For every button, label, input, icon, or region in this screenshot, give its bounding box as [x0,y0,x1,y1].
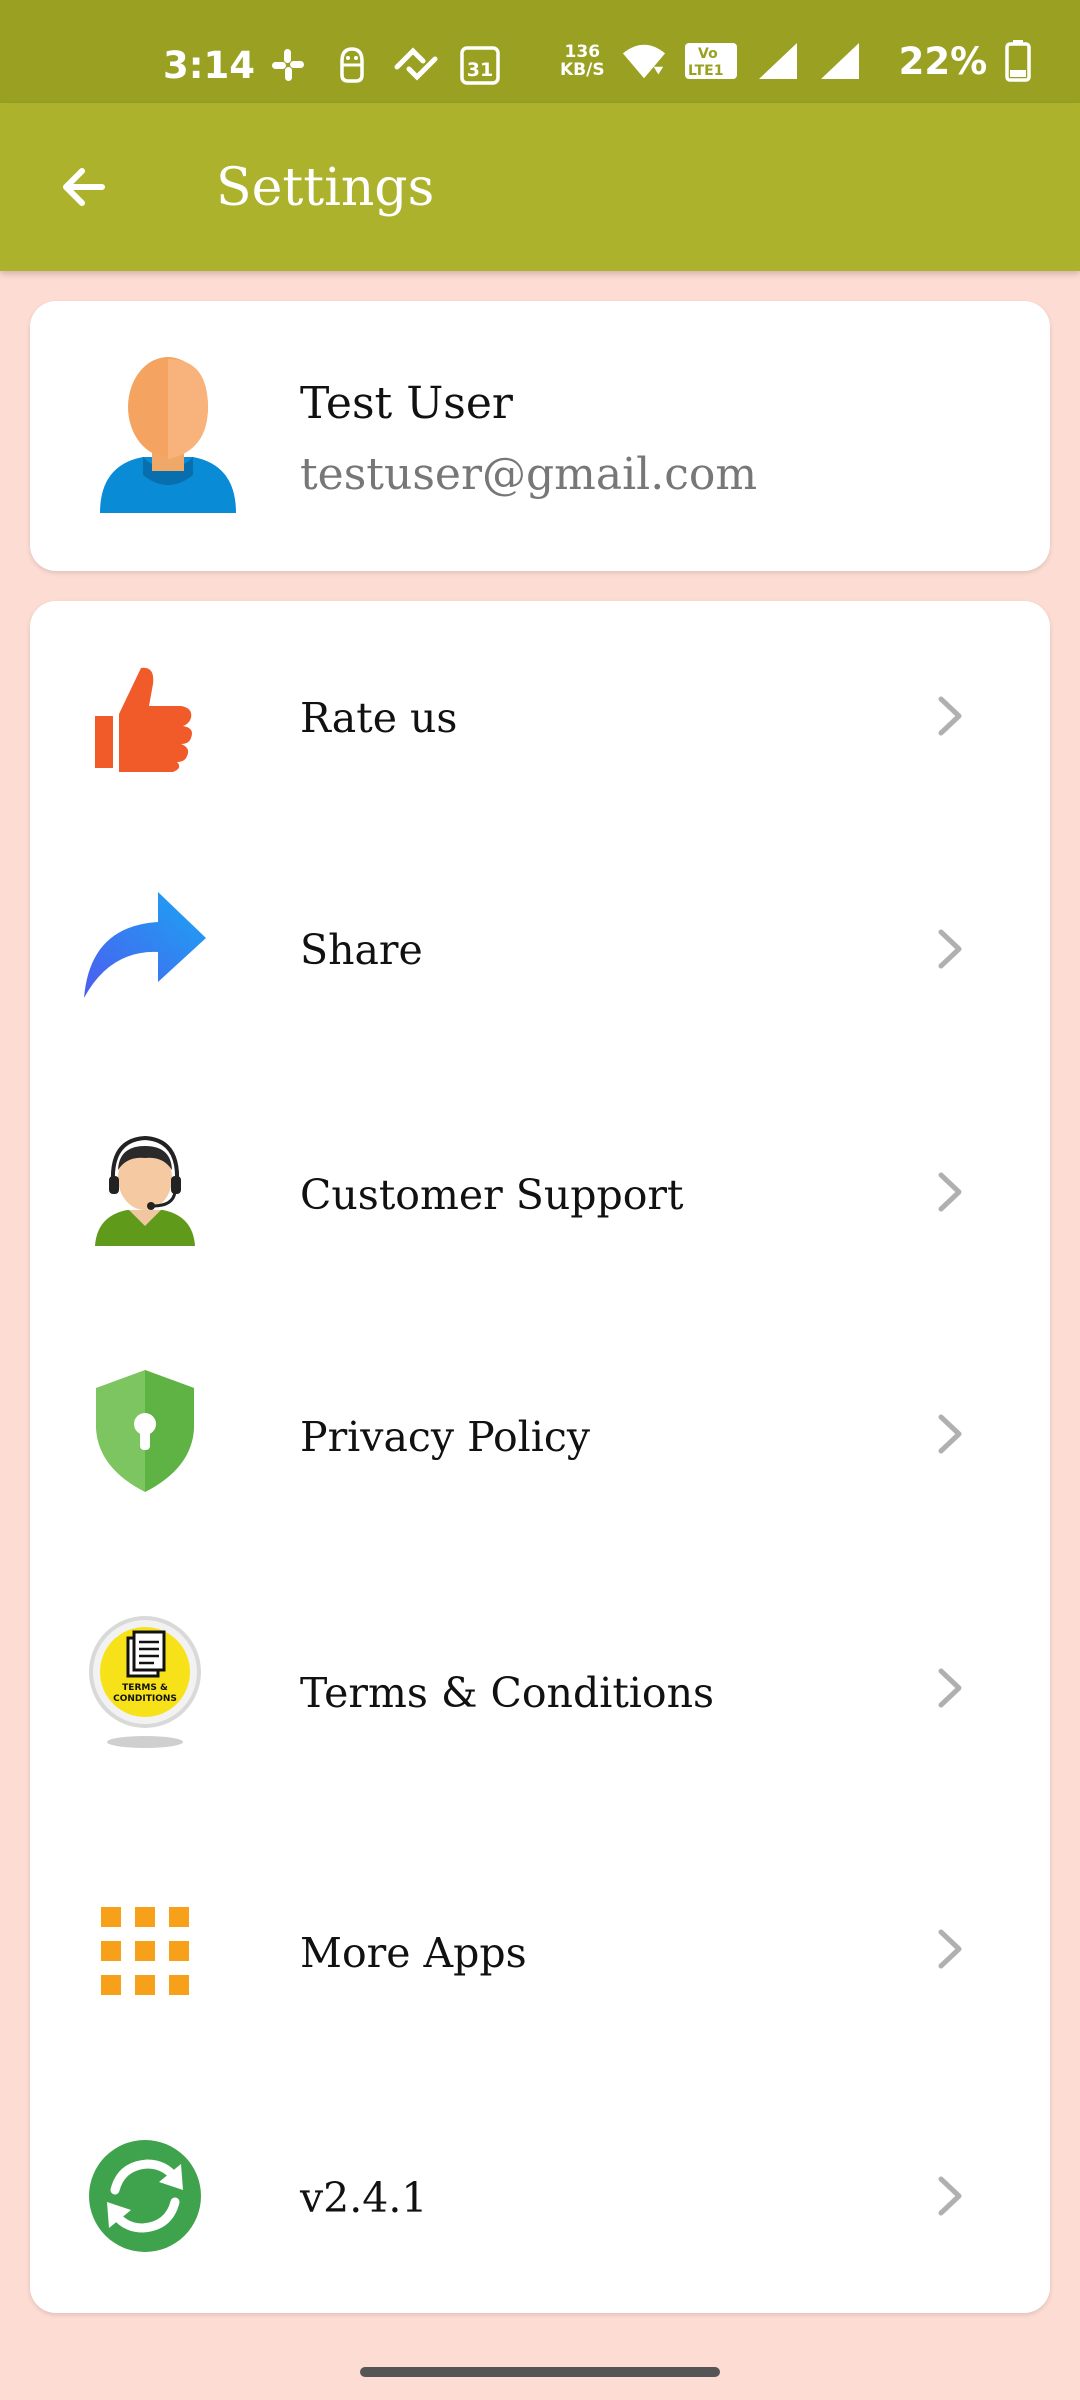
volte-icon: Vo LTE1 [683,38,739,84]
terms-badge-line2: CONDITIONS [113,1694,177,1704]
terms-badge-line1: TERMS & [122,1683,168,1693]
chevron-right-icon [938,1414,962,1454]
volte-top-label: Vo [698,46,718,62]
menu-label: Terms & Conditions [300,1669,715,1717]
support-agent-icon [80,1126,210,1256]
chevron-right-icon [938,1668,962,1708]
net-speed-value: 136 [564,42,601,62]
chevron-right-icon [938,696,962,736]
menu-label: Customer Support [300,1171,684,1219]
menu-item-customer-support[interactable]: Customer Support [30,1091,1050,1291]
signal-sync-icon [393,42,439,88]
arrow-left-icon [63,168,105,206]
home-indicator[interactable] [360,2367,720,2377]
chevron-right-icon [938,2176,962,2216]
page-title: Settings [216,158,435,218]
menu-item-more-apps[interactable]: More Apps [30,1851,1050,2051]
menu-item-version[interactable]: v2.4.1 [30,2096,1050,2296]
user-name: Test User [300,378,513,429]
menu-label: Rate us [300,694,458,742]
menu-label: More Apps [300,1929,527,1977]
thumbs-up-icon [80,651,210,781]
terms-conditions-icon: TERMS & CONDITIONS [80,1606,210,1756]
menu-item-privacy-policy[interactable]: Privacy Policy [30,1331,1050,1531]
version-label: v2.4.1 [300,2174,428,2222]
net-speed-unit: KB/S [560,60,605,80]
back-button[interactable] [48,151,120,223]
android-icon [329,42,375,88]
wifi-icon [621,38,667,84]
chevron-right-icon [938,1929,962,1969]
settings-menu: Rate us Share Customer Support Privacy P… [30,601,1050,2313]
menu-label: Share [300,926,423,974]
menu-item-share[interactable]: Share [30,851,1050,1051]
chevron-right-icon [938,1172,962,1212]
status-time: 3:14 [163,44,256,87]
battery-icon [1003,38,1033,84]
notification-icons: 31 [265,42,503,88]
menu-item-rate-us[interactable]: Rate us [30,616,1050,816]
user-email: testuser@gmail.com [300,449,758,500]
user-avatar-icon [88,355,248,515]
shield-lock-icon [80,1366,210,1496]
calendar-day: 31 [467,59,493,81]
update-sync-icon [80,2131,210,2261]
app-bar: Settings [0,103,1080,271]
chevron-right-icon [938,929,962,969]
calendar-icon: 31 [457,42,503,88]
menu-item-terms-conditions[interactable]: TERMS & CONDITIONS Terms & Conditions [30,1586,1050,1786]
slack-icon [265,42,311,88]
volte-bottom-label: LTE1 [688,63,723,79]
status-bar: 3:14 31 136 KB/S Vo LTE1 22% [0,0,1080,103]
share-arrow-icon [80,881,210,1011]
menu-label: Privacy Policy [300,1413,591,1461]
profile-card[interactable]: Test User testuser@gmail.com [30,301,1050,571]
net-speed: 136 KB/S [560,43,605,79]
grid-apps-icon [80,1886,210,2016]
signal-icon [817,38,863,84]
signal-icon [755,38,801,84]
system-icons: 136 KB/S Vo LTE1 22% [560,38,1033,84]
battery-percent: 22% [898,39,988,83]
